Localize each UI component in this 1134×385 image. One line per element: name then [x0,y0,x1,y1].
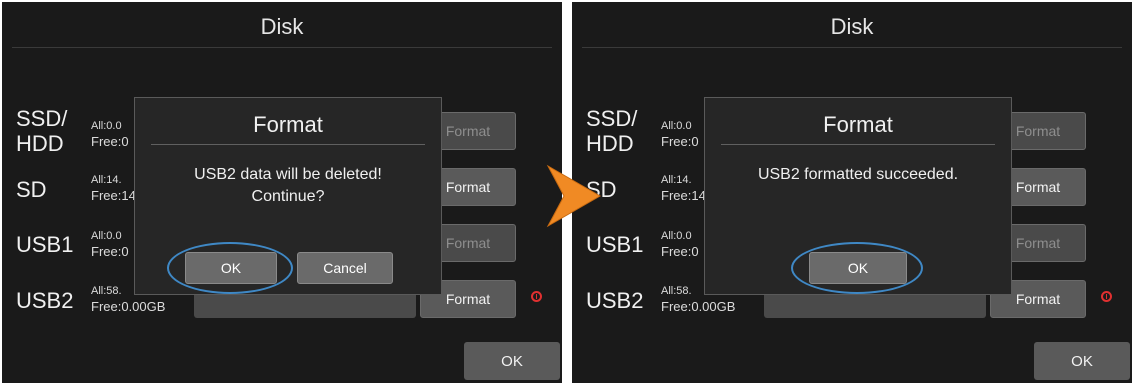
title-divider [582,47,1122,48]
disk-all: All:0.0 [91,120,122,132]
disk-free: Free:0.00GB [661,299,736,314]
disk-free: Free:14 [661,188,706,203]
disk-info-usb1: All:0.0 Free:0 [91,228,129,260]
disk-free: Free:0.00GB [91,299,166,314]
warning-icon [531,291,542,302]
disk-free: Free:0 [91,134,129,149]
disk-all: All:0.0 [91,230,122,242]
disk-info-ssd-hdd: All:0.0 Free:0 [661,118,699,150]
disk-label-text: SSD/ HDD [16,106,68,156]
disk-label-ssd-hdd: SSD/ HDD [16,106,67,156]
warning-icon [1101,291,1112,302]
disk-label-usb2: USB2 [16,288,74,313]
ok-highlight-ring [791,242,923,294]
disk-label-usb1: USB1 [586,232,644,257]
disk-all: All:14. [91,174,122,186]
dialog-message-line: USB2 formatted succeeded. [757,166,959,183]
format-result-dialog: Format USB2 formatted succeeded. OK [704,97,1012,295]
disk-all: All:0.0 [661,230,692,242]
disk-label-usb1: USB1 [16,232,74,257]
dialog-message: USB2 formatted succeeded. [715,164,1001,186]
ok-button[interactable]: OK [1034,342,1130,380]
page-title: Disk [260,14,304,39]
disk-label-usb2: USB2 [586,288,644,313]
page-title: Disk [830,14,874,39]
disk-info-sd: All:14. Free:14 [661,172,706,204]
disk-free: Free:0 [661,244,699,259]
disk-info-ssd-hdd: All:0.0 Free:0 [91,118,129,150]
ok-button[interactable]: OK [464,342,560,380]
dialog-message-line: USB2 data will be deleted! [194,166,382,183]
disk-free: Free:14 [91,188,136,203]
disk-screen-before: Disk SSD/ HDD All:0.0 Free:0 Format SD A… [2,2,562,383]
arrow-right-icon [546,164,602,228]
disk-info-usb1: All:0.0 Free:0 [661,228,699,260]
dialog-title: Format [253,112,323,137]
disk-label-ssd-hdd: SSD/ HDD [586,106,637,156]
disk-info-sd: All:14. Free:14 [91,172,136,204]
dialog-message-line: Continue? [251,188,325,205]
ok-highlight-ring [167,242,293,294]
dialog-cancel-button[interactable]: Cancel [297,252,393,284]
disk-all: All:14. [661,174,692,186]
dialog-divider [151,144,425,145]
disk-free: Free:0 [91,244,129,259]
dialog-title: Format [823,112,893,137]
disk-free: Free:0 [661,134,699,149]
disk-screen-after: Disk SSD/ HDD All:0.0 Free:0 Format SD A… [572,2,1132,383]
disk-all: All:0.0 [661,120,692,132]
title-divider [12,47,552,48]
dialog-divider [721,144,995,145]
disk-label-text: SSD/ HDD [586,106,638,156]
dialog-message: USB2 data will be deleted! Continue? [145,164,431,208]
format-confirm-dialog: Format USB2 data will be deleted! Contin… [134,97,442,295]
disk-label-sd: SD [16,177,47,202]
